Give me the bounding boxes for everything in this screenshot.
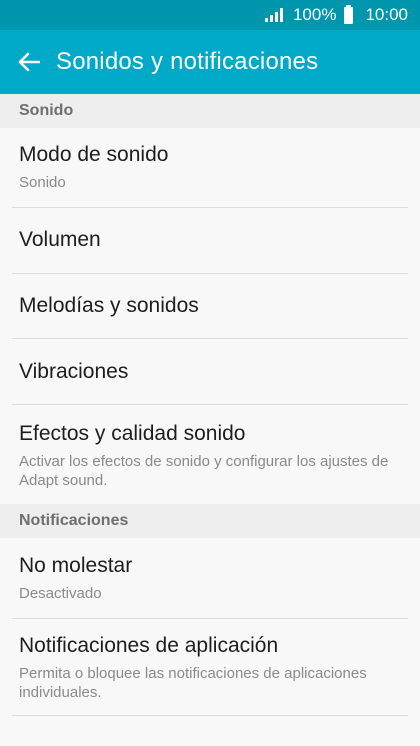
item-subtitle: Activar los efectos de sonido y configur… bbox=[19, 453, 389, 489]
divider bbox=[12, 404, 408, 405]
section-header-notifications: Notificaciones bbox=[0, 504, 420, 538]
divider bbox=[12, 338, 408, 339]
battery-percent: 100% bbox=[292, 5, 337, 24]
divider bbox=[12, 273, 408, 274]
battery-icon bbox=[344, 4, 354, 24]
item-subtitle: Permita o bloquee las notificaciones de … bbox=[19, 665, 367, 701]
clock: 10:00 bbox=[365, 5, 408, 24]
page-title: Sonidos y notificaciones bbox=[56, 48, 319, 75]
app-bar: Sonidos y notificaciones bbox=[0, 30, 420, 94]
item-title: Modo de sonido bbox=[19, 143, 169, 166]
status-bar: 100% 10:00 bbox=[0, 0, 420, 30]
item-title: Efectos y calidad sonido bbox=[19, 422, 246, 445]
section-header-sound: Sonido bbox=[0, 94, 420, 128]
status-icons: 100% 10:00 bbox=[264, 0, 408, 30]
item-title: No molestar bbox=[19, 554, 133, 577]
item-title: Vibraciones bbox=[19, 360, 129, 383]
list-item-ringtones[interactable]: Melodías y sonidos bbox=[0, 294, 420, 318]
list-item-sound-effects[interactable]: Efectos y calidad sonido Activar los efe… bbox=[0, 422, 420, 490]
list-item-volume[interactable]: Volumen bbox=[0, 228, 420, 252]
item-title: Notificaciones de aplicación bbox=[19, 634, 279, 657]
item-title: Volumen bbox=[19, 228, 101, 251]
list-item-do-not-disturb[interactable]: No molestar Desactivado bbox=[0, 554, 420, 603]
divider bbox=[12, 207, 408, 208]
back-arrow-icon[interactable] bbox=[0, 30, 56, 94]
signal-icon bbox=[264, 8, 283, 22]
item-subtitle: Sonido bbox=[19, 174, 66, 191]
list-item-app-notifications[interactable]: Notificaciones de aplicación Permita o b… bbox=[0, 634, 420, 702]
divider bbox=[12, 715, 408, 716]
list-item-vibrations[interactable]: Vibraciones bbox=[0, 360, 420, 384]
item-title: Melodías y sonidos bbox=[19, 294, 199, 317]
item-subtitle: Desactivado bbox=[19, 585, 102, 602]
divider bbox=[12, 618, 408, 619]
list-item-sound-mode[interactable]: Modo de sonido Sonido bbox=[0, 143, 420, 192]
